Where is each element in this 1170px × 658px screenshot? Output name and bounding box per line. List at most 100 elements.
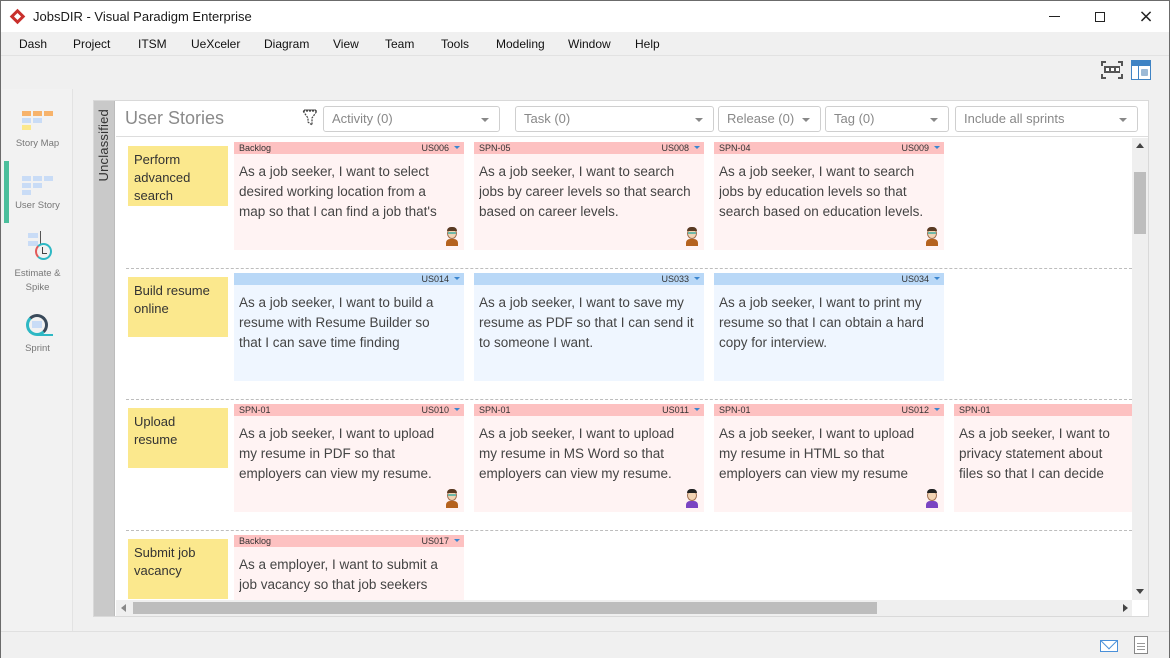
nav-label: Sprint [25,343,50,354]
dropdown-value: Task (0) [524,111,571,126]
menu-view[interactable]: View [333,37,359,51]
menu-help[interactable]: Help [635,37,660,51]
story-text: As a job seeker, I want to select desired… [239,162,460,222]
sprint-filter-dropdown[interactable]: Include all sprints [955,106,1138,132]
story-id: US006 [421,143,449,153]
close-button[interactable]: × [1123,1,1169,32]
release-filter-dropdown[interactable]: Release (0) [718,106,821,132]
user-story-card[interactable]: US034 As a job seeker, I want to print m… [714,273,944,381]
story-id: US017 [421,536,449,546]
story-id: US014 [421,274,449,284]
assignee-avatar[interactable] [444,488,460,508]
card-menu-chevron-icon[interactable] [934,408,940,411]
user-story-card[interactable]: SPN-01 US012 As a job seeker, I want to u… [714,404,944,512]
card-menu-chevron-icon[interactable] [454,277,460,280]
menu-tools[interactable]: Tools [441,37,469,51]
user-story-card[interactable]: Backlog US017 As a employer, I want to su… [234,535,464,600]
task-filter-dropdown[interactable]: Task (0) [515,106,714,132]
menu-project[interactable]: Project [73,37,110,51]
nav-label: User Story [15,200,60,211]
story-text-line: my resume in HTML so that [719,446,885,461]
menu-dash[interactable]: Dash [19,37,47,51]
scroll-thumb[interactable] [133,602,877,614]
story-text-line: job vacancy so that job seekers [239,577,428,592]
maximize-button[interactable] [1077,1,1123,32]
scroll-thumb[interactable] [1134,172,1146,234]
nav-user-story[interactable]: User Story [2,176,73,213]
card-menu-chevron-icon[interactable] [454,539,460,542]
card-menu-chevron-icon[interactable] [694,408,700,411]
card-menu-chevron-icon[interactable] [694,146,700,149]
story-text: As a job seeker, I want to search jobs by… [719,162,940,222]
story-text-line: employers can view my resume. [479,466,672,481]
panel-toggle-icon[interactable] [1131,60,1151,80]
board-header: User Stories Activity (0) Task (0) Relea… [116,101,1148,137]
notes-icon[interactable] [1134,636,1148,654]
menu-itsm[interactable]: ITSM [138,37,167,51]
assignee-avatar[interactable] [684,488,700,508]
menu-team[interactable]: Team [385,37,414,51]
assignee-avatar[interactable] [924,226,940,246]
card-header: SPN-01 US011 [474,404,704,416]
left-navigation: Story Map User Story Estimate & Spike Sp… [2,89,73,631]
user-story-card[interactable]: US033 As a job seeker, I want to save my… [474,273,704,381]
assignee-avatar[interactable] [444,226,460,246]
story-text-line: As a job seeker, I want to upload [239,426,435,441]
story-text-line: employers can view my resume [719,466,909,481]
scroll-left-icon[interactable] [121,604,126,612]
user-story-card[interactable]: SPN-04 US009 As a job seeker, I want to s… [714,142,944,250]
sprint-badge: SPN-01 [719,405,751,415]
menu-window[interactable]: Window [568,37,611,51]
page-title: User Stories [125,108,225,128]
story-text-line: jobs by education levels so that [719,184,907,199]
story-text-line: As a job seeker, I want to upload [479,426,675,441]
card-header: Backlog US006 [234,142,464,154]
epic-card[interactable]: Build resume online [128,277,228,337]
horizontal-scrollbar[interactable] [116,600,1132,616]
vertical-scrollbar[interactable] [1132,138,1148,600]
assignee-avatar[interactable] [684,226,700,246]
story-map-icon [21,111,54,133]
mail-icon[interactable] [1100,640,1118,652]
card-header: US014 [234,273,464,285]
nav-story-map[interactable]: Story Map [2,111,73,151]
user-story-card[interactable]: SPN-01 US011 As a job seeker, I want to u… [474,404,704,512]
user-story-card[interactable]: SPN-01 As a job seeker, I want to privacy … [954,404,1132,512]
user-story-card[interactable]: US014 As a job seeker, I want to build a… [234,273,464,381]
dropdown-value: Release (0) [727,111,795,126]
nav-estimate-spike[interactable]: Estimate & Spike [2,231,73,295]
minimize-button[interactable] [1031,1,1077,32]
story-text-line: my resume in PDF so that [239,446,396,461]
assignee-avatar[interactable] [924,488,940,508]
menu-diagram[interactable]: Diagram [264,37,309,51]
card-menu-chevron-icon[interactable] [694,277,700,280]
nav-sprint[interactable]: Sprint [2,314,73,356]
tag-filter-dropdown[interactable]: Tag (0) [825,106,949,132]
story-id: US009 [901,143,929,153]
story-text-line: search based on education levels. [719,204,924,219]
activity-filter-dropdown[interactable]: Activity (0) [323,106,500,132]
menu-uexceler[interactable]: UeXceler [191,37,240,51]
filter-icon[interactable] [302,109,318,127]
story-text: As a job seeker, I want to print my resum… [719,293,940,353]
scroll-right-icon[interactable] [1123,604,1128,612]
scroll-up-icon[interactable] [1136,143,1144,148]
epic-card[interactable]: Perform advanced search [128,146,228,206]
card-menu-chevron-icon[interactable] [934,277,940,280]
user-story-card[interactable]: SPN-05 US008 As a job seeker, I want to s… [474,142,704,250]
story-text-line: to someone I want. [479,335,594,350]
epic-card[interactable]: Submit job vacancy [128,539,228,599]
story-text-line: As a job seeker, I want to search [719,164,915,179]
scroll-down-icon[interactable] [1136,589,1144,594]
story-text-line: As a job seeker, I want to upload [719,426,915,441]
user-story-card[interactable]: SPN-01 US010 As a job seeker, I want to u… [234,404,464,512]
card-menu-chevron-icon[interactable] [454,146,460,149]
card-menu-chevron-icon[interactable] [934,146,940,149]
epic-card[interactable]: Upload resume [128,408,228,468]
swimlane-unclassified[interactable]: Unclassified [94,101,115,616]
fit-to-window-icon[interactable] [1101,61,1123,79]
card-menu-chevron-icon[interactable] [454,408,460,411]
menu-modeling[interactable]: Modeling [496,37,545,51]
minimize-icon [1048,16,1060,17]
user-story-card[interactable]: Backlog US006 As a job seeker, I want to … [234,142,464,250]
